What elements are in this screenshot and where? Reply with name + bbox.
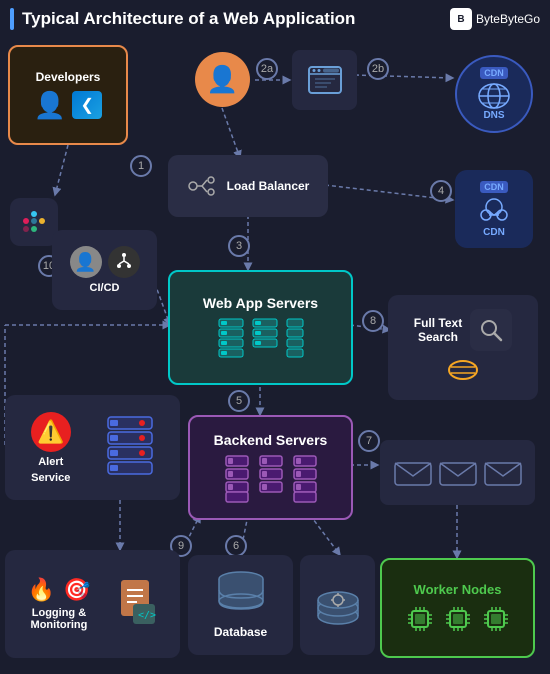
dns-icon xyxy=(477,82,511,110)
svg-text:</>: </> xyxy=(138,610,156,621)
browser-box xyxy=(292,50,357,110)
step-3: 3 xyxy=(228,235,250,257)
cpu-icon-1 xyxy=(404,603,436,635)
backend-server-icons xyxy=(224,454,318,504)
brand: B ByteByteGo xyxy=(450,8,540,30)
alert-server-svg xyxy=(106,415,154,475)
logging-label1: Logging & xyxy=(32,607,86,619)
brand-name: ByteByteGo xyxy=(476,12,540,26)
full-text-search-box: Full Text Search xyxy=(388,295,538,400)
message-queue-box xyxy=(380,440,535,505)
user-icon: 👤 xyxy=(206,64,238,95)
cdn-label: CDN xyxy=(483,227,505,238)
cdn-box: CDN CDN xyxy=(455,170,533,248)
logging-label2: Monitoring xyxy=(31,619,88,631)
backend-servers-box: Backend Servers xyxy=(188,415,353,520)
envelope-icon-1 xyxy=(393,458,433,488)
server-icon-3 xyxy=(285,317,305,361)
web-app-servers-box: Web App Servers xyxy=(168,270,353,385)
cpu-icon-3 xyxy=(480,603,512,635)
logging-icons: 🔥 🎯 Logging & Monitoring xyxy=(28,577,91,631)
slack-icon xyxy=(19,207,49,237)
browser-icon xyxy=(307,65,343,95)
database-box: Database xyxy=(188,555,293,655)
envelope-icon-3 xyxy=(483,458,523,488)
header: Typical Architecture of a Web Applicatio… xyxy=(10,8,540,30)
step-8: 8 xyxy=(362,310,384,332)
web-app-servers-label: Web App Servers xyxy=(203,295,318,311)
load-balancer-icon xyxy=(187,174,217,198)
step-2b: 2b xyxy=(367,58,389,80)
fire-icon: 🔥 xyxy=(28,577,55,603)
cicd-person-icon: 👤 xyxy=(70,246,102,278)
step-7: 7 xyxy=(358,430,380,452)
step-4: 4 xyxy=(430,180,452,202)
alert-left: ⚠️ Alert Service xyxy=(31,412,71,484)
developers-box: Developers 👤 ❮ xyxy=(8,45,128,145)
step-1: 1 xyxy=(130,155,152,177)
object-storage-box xyxy=(300,555,375,655)
slack-icon-box xyxy=(10,198,58,246)
cicd-label: CI/CD xyxy=(90,282,120,294)
worker-icons xyxy=(404,603,512,635)
server-icon-1 xyxy=(217,317,245,361)
file-svg: </> xyxy=(119,578,157,626)
page-title: Typical Architecture of a Web Applicatio… xyxy=(10,8,355,30)
cpu-icon-2 xyxy=(442,603,474,635)
dns-badge: CDN xyxy=(480,67,508,79)
search-icon xyxy=(478,317,504,343)
github-svg xyxy=(114,252,134,272)
alert-label2: Service xyxy=(31,472,70,484)
fts-content: Full Text Search xyxy=(414,309,512,351)
alert-server-icon xyxy=(106,415,154,480)
fts-label1: Full Text xyxy=(414,316,462,330)
worker-nodes-label: Worker Nodes xyxy=(414,582,502,597)
backend-server-1 xyxy=(224,454,250,504)
step-2a: 2a xyxy=(256,58,278,80)
fts-label2: Search xyxy=(418,330,458,344)
load-balancer-label: Load Balancer xyxy=(227,179,310,193)
load-balancer-box: Load Balancer xyxy=(168,155,328,217)
developers-icons: 👤 ❮ xyxy=(34,90,102,121)
logging-service-icons: 🔥 🎯 xyxy=(28,577,91,603)
cicd-icons: 👤 xyxy=(70,246,140,278)
cicd-box: 👤 CI/CD xyxy=(52,230,157,310)
fts-labels: Full Text Search xyxy=(414,316,462,344)
grafana-icon: 🎯 xyxy=(63,577,90,603)
brand-icon: B xyxy=(450,8,472,30)
github-icon xyxy=(108,246,140,278)
person-icon: 👤 xyxy=(34,90,66,121)
elastic-svg xyxy=(447,359,479,381)
logging-box: 🔥 🎯 Logging & Monitoring </> xyxy=(5,550,180,658)
backend-servers-label: Backend Servers xyxy=(214,432,328,448)
title-text: Typical Architecture of a Web Applicatio… xyxy=(22,9,355,29)
server-icon-2 xyxy=(251,317,279,361)
elasticsearch-icon xyxy=(447,359,479,386)
web-servers-icons xyxy=(217,317,305,361)
dns-box: CDN DNS xyxy=(455,55,533,133)
database-label: Database xyxy=(214,625,267,639)
vscode-icon: ❮ xyxy=(72,91,102,119)
step-5: 5 xyxy=(228,390,250,412)
search-icon-box xyxy=(470,309,512,351)
alert-label: Alert xyxy=(38,456,63,468)
backend-server-2 xyxy=(258,454,284,504)
object-storage-icon xyxy=(311,578,365,632)
cdn-icon xyxy=(476,195,512,225)
cdn-badge: CDN xyxy=(480,181,508,193)
dns-label: DNS xyxy=(483,110,504,121)
alert-icon: ⚠️ xyxy=(31,412,71,452)
worker-nodes-box: Worker Nodes xyxy=(380,558,535,658)
diagram: Typical Architecture of a Web Applicatio… xyxy=(0,0,550,674)
backend-server-3 xyxy=(292,454,318,504)
database-icon xyxy=(214,571,268,621)
logging-file-icon: </> xyxy=(119,578,157,631)
step-6: 6 xyxy=(225,535,247,557)
developers-label: Developers xyxy=(36,70,101,84)
user-icon-box: 👤 xyxy=(195,52,250,107)
alert-service-box: ⚠️ Alert Service xyxy=(5,395,180,500)
envelope-icon-2 xyxy=(438,458,478,488)
